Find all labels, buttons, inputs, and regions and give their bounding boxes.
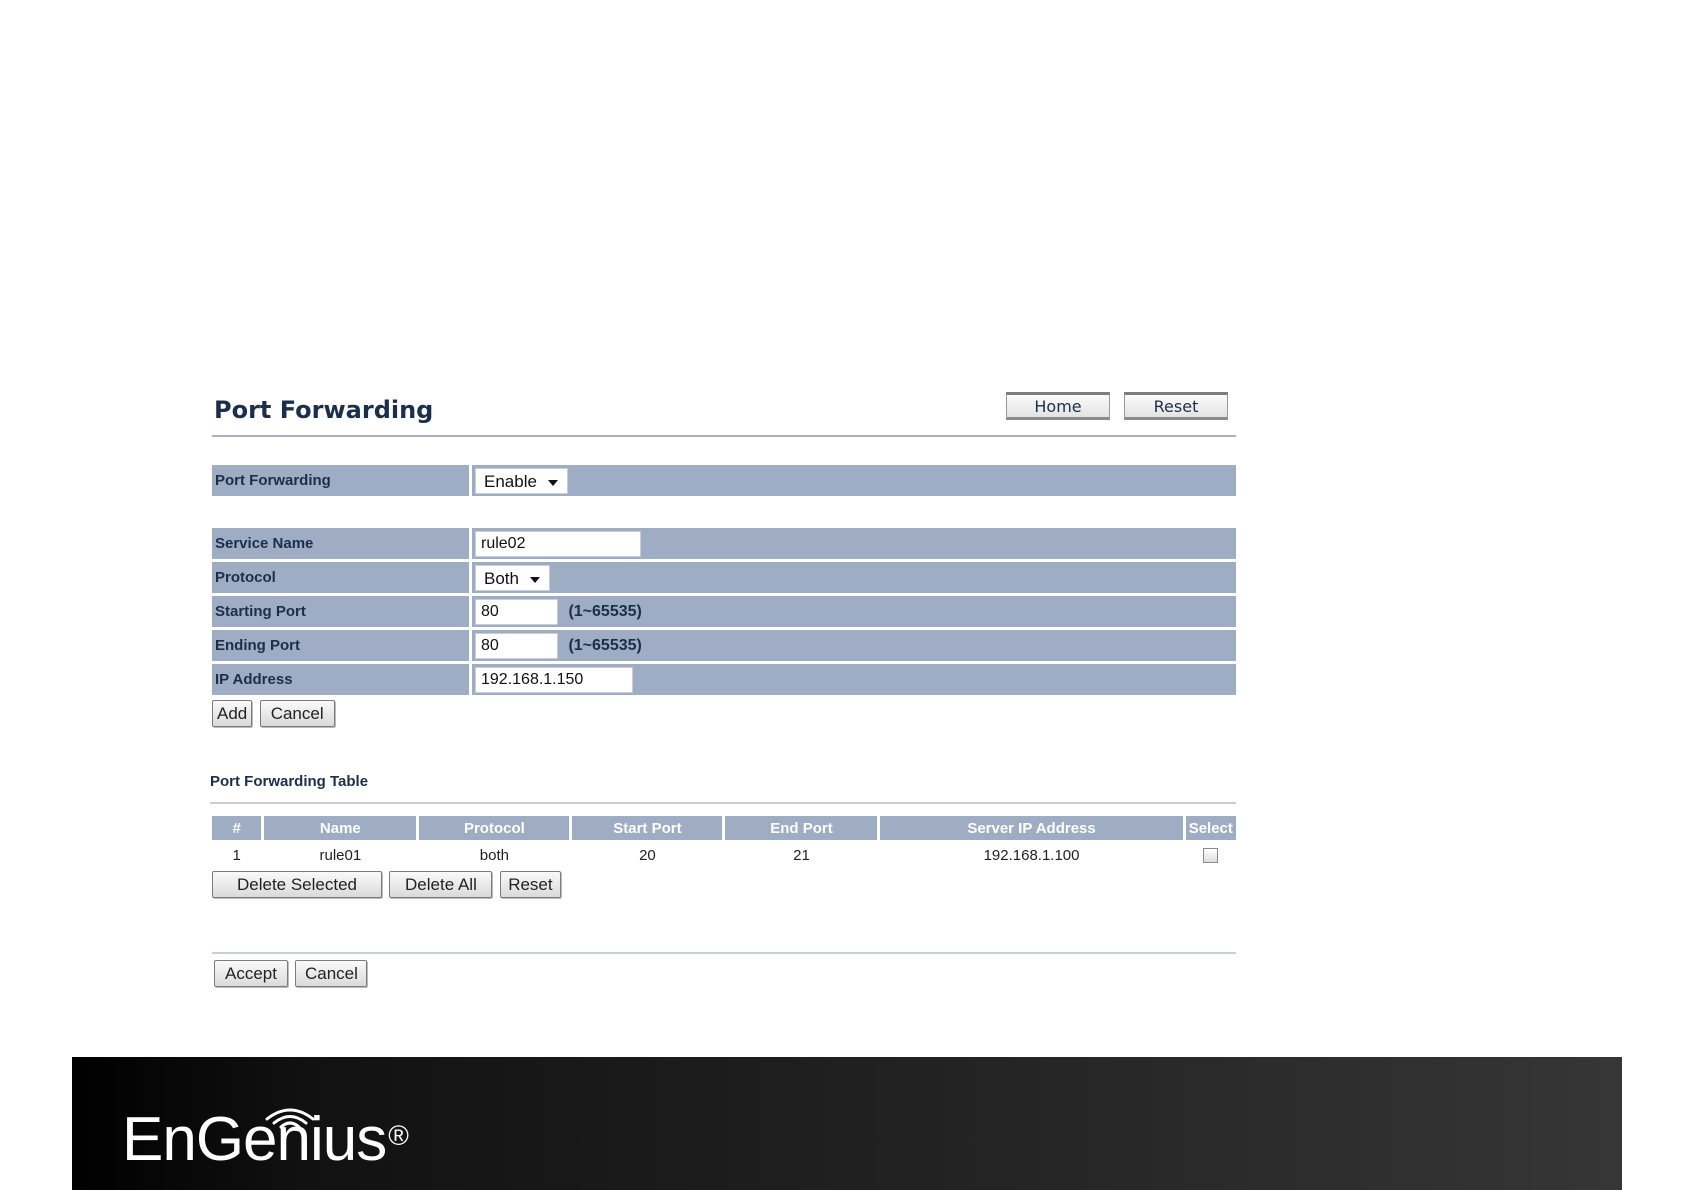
column-header-number: #	[212, 816, 262, 840]
port-forwarding-toggle-table: Port Forwarding Enable	[212, 462, 1236, 499]
starting-port-row: Starting Port (1~65535)	[212, 596, 1236, 627]
row-protocol: both	[479, 846, 509, 864]
ending-port-row: Ending Port (1~65535)	[212, 630, 1236, 661]
ip-address-row: IP Address	[212, 664, 1236, 695]
logo-text: EnGenius	[122, 1105, 387, 1174]
page-title: Port Forwarding	[214, 396, 434, 424]
row-server-ip: 192.168.1.100	[983, 846, 1080, 864]
protocol-select[interactable]: Both	[475, 564, 550, 591]
row-end-port: 21	[793, 846, 810, 864]
ip-address-label: IP Address	[212, 664, 472, 695]
port-forwarding-row: Port Forwarding Enable	[212, 465, 1236, 496]
page-cancel-button[interactable]: Cancel	[295, 960, 368, 987]
table-reset-button[interactable]: Reset	[499, 871, 561, 898]
ending-port-label: Ending Port	[212, 630, 472, 661]
column-header-name: Name	[264, 816, 417, 840]
chevron-down-icon	[529, 576, 540, 583]
protocol-select-value: Both	[484, 568, 519, 588]
rule-form-actions: Add Cancel	[212, 700, 1236, 727]
home-button[interactable]: Home	[1006, 392, 1110, 420]
column-header-select: Select	[1185, 816, 1236, 840]
starting-port-label: Starting Port	[212, 596, 472, 627]
protocol-label: Protocol	[212, 562, 472, 593]
service-name-label: Service Name	[212, 528, 472, 559]
table-actions: Delete Selected Delete All Reset	[212, 871, 1236, 898]
delete-selected-button[interactable]: Delete Selected	[212, 871, 382, 898]
port-forwarding-table-title: Port Forwarding Table	[210, 773, 369, 790]
column-header-start-port: Start Port	[572, 816, 723, 840]
ip-address-input[interactable]	[475, 666, 633, 693]
starting-port-range-hint: (1~65535)	[568, 602, 642, 620]
row-start-port: 20	[639, 846, 656, 864]
column-header-server-ip: Server IP Address	[880, 816, 1183, 840]
service-name-input[interactable]	[475, 530, 641, 557]
table-row: 1 rule01 both 20 21 192.168.1.100	[212, 840, 1236, 870]
port-forwarding-select-value: Enable	[484, 471, 537, 491]
row-name: rule01	[319, 846, 362, 864]
engenius-logo: EnGenius®	[122, 1109, 409, 1171]
port-forwarding-table: # Name Protocol Start Port End Port Serv…	[209, 816, 1239, 870]
port-forwarding-label: Port Forwarding	[212, 465, 472, 496]
ending-port-range-hint: (1~65535)	[568, 636, 642, 654]
row-number: 1	[232, 846, 241, 864]
delete-all-button[interactable]: Delete All	[389, 871, 493, 898]
table-divider	[210, 802, 1236, 804]
column-header-protocol: Protocol	[419, 816, 570, 840]
row-select-checkbox[interactable]	[1203, 848, 1219, 864]
title-divider	[212, 435, 1236, 437]
port-forwarding-select[interactable]: Enable	[475, 467, 568, 494]
page-header: Port Forwarding Home Reset	[212, 388, 1236, 437]
starting-port-input[interactable]	[475, 598, 558, 625]
service-name-row: Service Name	[212, 528, 1236, 559]
form-cancel-button[interactable]: Cancel	[259, 700, 335, 727]
registered-mark: ®	[388, 1120, 409, 1151]
ending-port-input[interactable]	[475, 632, 558, 659]
rule-form-table: Service Name Protocol Both Starting Port…	[212, 525, 1236, 698]
table-header-row: # Name Protocol Start Port End Port Serv…	[212, 816, 1236, 840]
add-button[interactable]: Add	[212, 700, 253, 727]
port-forwarding-page: Port Forwarding Home Reset Port Forwardi…	[209, 388, 1239, 987]
protocol-row: Protocol Both	[212, 562, 1236, 593]
chevron-down-icon	[547, 479, 558, 486]
brand-footer: EnGenius®	[72, 1057, 1622, 1190]
bottom-divider	[212, 952, 1236, 954]
accept-button[interactable]: Accept	[214, 960, 288, 987]
column-header-end-port: End Port	[725, 816, 878, 840]
page-actions: Accept Cancel	[212, 960, 1236, 987]
reset-button[interactable]: Reset	[1124, 392, 1228, 420]
